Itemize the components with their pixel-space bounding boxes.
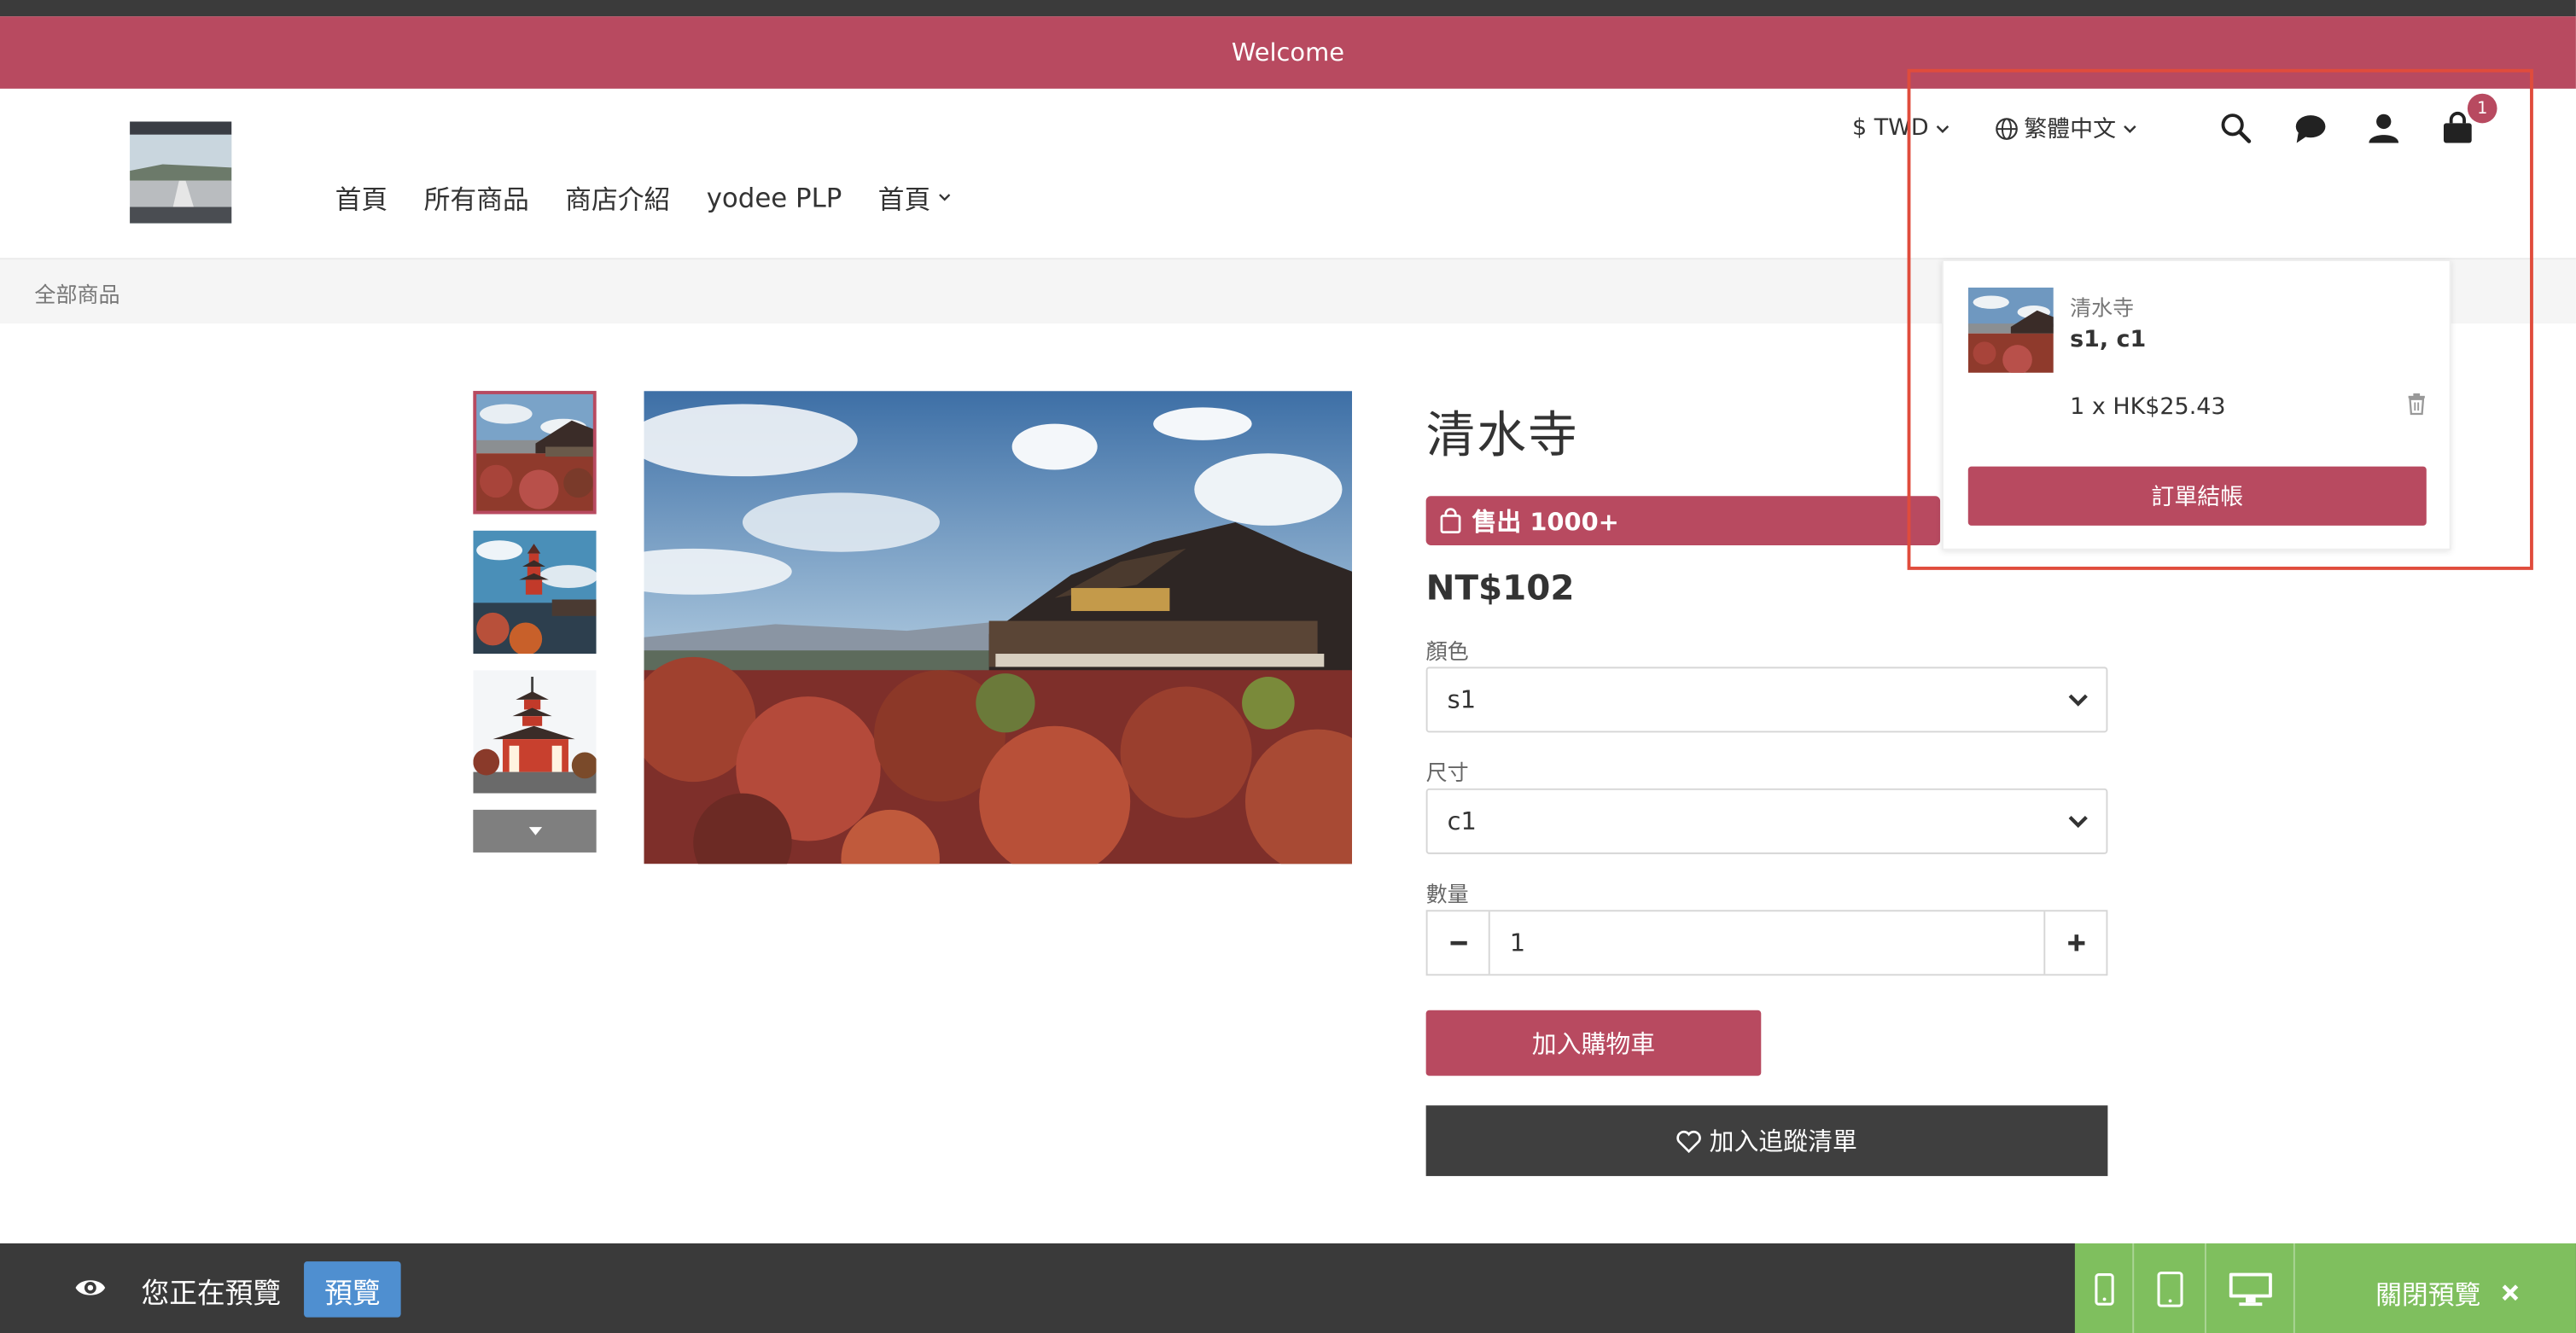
chevron-down-icon bbox=[940, 194, 952, 201]
add-to-wishlist-label: 加入追蹤清單 bbox=[1709, 1126, 1857, 1156]
preview-badge-label: 預覽 bbox=[324, 1277, 381, 1310]
thumbnail-scroll-down-button[interactable] bbox=[473, 809, 597, 853]
add-to-cart-button[interactable]: 加入購物車 bbox=[1425, 1010, 1762, 1076]
chat-icon[interactable] bbox=[2290, 108, 2329, 148]
thumbnail-list bbox=[473, 391, 597, 853]
product-price: NT$102 bbox=[1425, 568, 1575, 608]
chevron-down-icon bbox=[2124, 125, 2136, 133]
checkout-button[interactable]: 訂單結帳 bbox=[1967, 466, 2427, 526]
thumbnail-3[interactable] bbox=[473, 670, 597, 794]
shopping-bag-icon bbox=[1440, 508, 1461, 533]
cart-item-qty-price: 1 x HK$25.43 bbox=[2070, 393, 2226, 421]
tablet-icon bbox=[2156, 1271, 2183, 1307]
quantity-label: 數量 bbox=[1425, 883, 1469, 909]
preview-status-text: 您正在預覽 bbox=[141, 1278, 282, 1311]
preview-bar: 您正在預覽 預覽 關閉預覽 bbox=[0, 1243, 2576, 1333]
cart-item-thumbnail[interactable] bbox=[1967, 287, 2054, 373]
size-select-value: c1 bbox=[1447, 806, 1477, 836]
nav-yodee-plp[interactable]: yodee PLP bbox=[707, 178, 842, 217]
nav-home-dropdown-label: 首頁 bbox=[877, 183, 931, 216]
cart-item-name[interactable]: 清水寺 bbox=[2070, 291, 2134, 322]
cart-dropdown: 清水寺 s1, c1 1 x HK$25.43 訂單結帳 bbox=[1941, 259, 2451, 550]
search-icon[interactable] bbox=[2216, 108, 2255, 148]
cart-icon[interactable]: 1 bbox=[2438, 93, 2497, 148]
site-header: 首頁 所有商品 商店介紹 yodee PLP 首頁 $ TWD 繁體中文 1 bbox=[0, 88, 2576, 257]
sold-count-label: 售出 1000+ bbox=[1472, 506, 1619, 537]
nav-all-products-label: 所有商品 bbox=[423, 183, 529, 216]
color-select-value: s1 bbox=[1447, 684, 1477, 715]
chevron-down-icon bbox=[2068, 816, 2088, 829]
chevron-down-icon bbox=[1936, 125, 1949, 133]
mobile-view-button[interactable] bbox=[2075, 1243, 2135, 1333]
quantity-stepper: 1 bbox=[1425, 910, 2108, 976]
top-strip bbox=[0, 0, 2576, 17]
nav-home-label: 首頁 bbox=[335, 183, 388, 216]
cart-count-badge: 1 bbox=[2467, 93, 2497, 124]
nav-yodee-plp-label: yodee PLP bbox=[706, 181, 842, 213]
tablet-view-button[interactable] bbox=[2134, 1243, 2206, 1333]
add-to-wishlist-button[interactable]: 加入追蹤清單 bbox=[1425, 1105, 2108, 1177]
minus-icon bbox=[1449, 940, 1466, 946]
language-label: 繁體中文 bbox=[2024, 116, 2117, 143]
preview-badge[interactable]: 預覽 bbox=[304, 1261, 401, 1318]
color-label: 顏色 bbox=[1425, 640, 1469, 666]
nav-home-dropdown[interactable]: 首頁 bbox=[878, 178, 954, 217]
mobile-icon bbox=[2094, 1272, 2113, 1305]
size-select[interactable]: c1 bbox=[1425, 788, 2108, 854]
header-tools: $ TWD 繁體中文 1 bbox=[1852, 93, 2497, 148]
close-preview-label: 關閉預覽 bbox=[2375, 1279, 2481, 1311]
caret-down-icon bbox=[527, 827, 542, 835]
product-main-image[interactable] bbox=[644, 391, 1353, 864]
cart-item-variant: s1, c1 bbox=[2070, 327, 2147, 353]
chevron-down-icon bbox=[2068, 694, 2088, 707]
eye-icon bbox=[74, 1275, 107, 1307]
checkout-label: 訂單結帳 bbox=[2151, 484, 2244, 511]
thumbnail-1[interactable] bbox=[473, 391, 597, 515]
quantity-value: 1 bbox=[1509, 928, 1526, 958]
nav-home[interactable]: 首頁 bbox=[335, 178, 388, 217]
quantity-input[interactable]: 1 bbox=[1488, 911, 2046, 975]
breadcrumb[interactable]: 全部商品 bbox=[34, 277, 119, 309]
nav-all-products[interactable]: 所有商品 bbox=[424, 178, 529, 217]
sold-count-badge: 售出 1000+ bbox=[1425, 496, 1941, 546]
welcome-text: Welcome bbox=[1231, 38, 1345, 67]
add-to-cart-label: 加入購物車 bbox=[1531, 1028, 1656, 1059]
close-preview-button[interactable]: 關閉預覽 bbox=[2375, 1273, 2520, 1313]
desktop-icon bbox=[2228, 1272, 2271, 1306]
currency-selector[interactable]: $ TWD bbox=[1852, 115, 1952, 142]
quantity-increase-button[interactable] bbox=[2045, 911, 2106, 974]
store-logo[interactable] bbox=[130, 121, 232, 224]
thumbnail-2[interactable] bbox=[473, 530, 597, 655]
nav-about[interactable]: 商店介紹 bbox=[565, 178, 670, 217]
desktop-view-button[interactable] bbox=[2206, 1243, 2295, 1333]
close-icon bbox=[2502, 1284, 2519, 1301]
account-icon[interactable] bbox=[2364, 108, 2404, 148]
plus-icon bbox=[2067, 934, 2084, 952]
heart-icon bbox=[1677, 1129, 1702, 1153]
color-select[interactable]: s1 bbox=[1425, 666, 2108, 733]
main-nav: 首頁 所有商品 商店介紹 yodee PLP 首頁 bbox=[335, 178, 990, 217]
welcome-banner: Welcome bbox=[0, 16, 2576, 89]
trash-icon[interactable] bbox=[2407, 391, 2427, 422]
size-label: 尺寸 bbox=[1425, 762, 1469, 787]
language-selector[interactable]: 繁體中文 bbox=[1995, 112, 2139, 144]
currency-label: $ TWD bbox=[1852, 114, 1929, 142]
globe-icon bbox=[1996, 117, 2018, 139]
nav-about-label: 商店介紹 bbox=[565, 183, 671, 216]
quantity-decrease-button[interactable] bbox=[1428, 911, 1489, 974]
